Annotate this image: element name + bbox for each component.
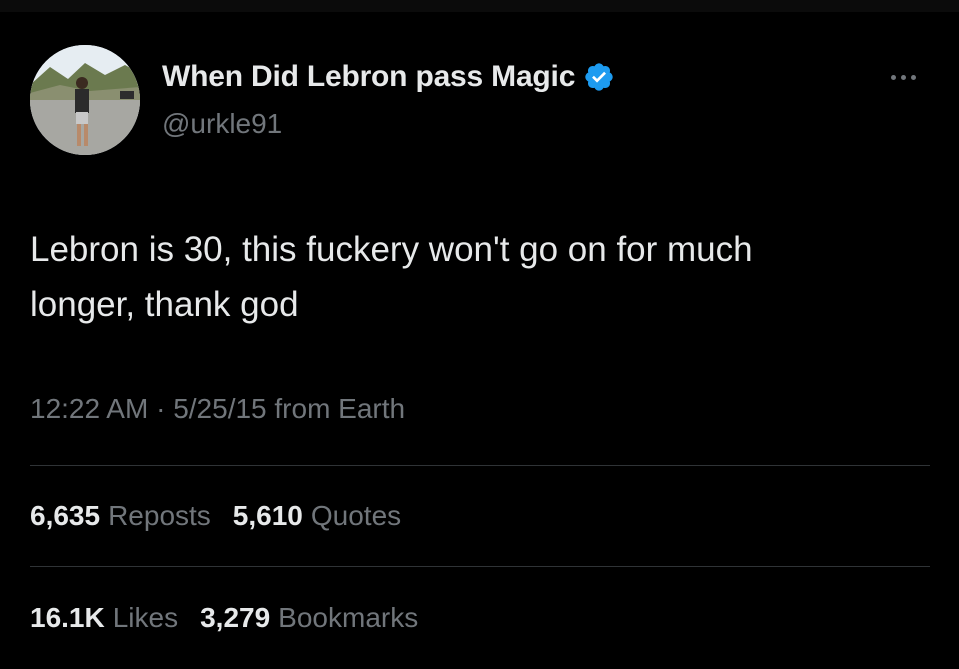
reposts-stat[interactable]: 6,635 Reposts bbox=[30, 500, 211, 532]
dot bbox=[900, 74, 906, 80]
tweet-text: Lebron is 30, this fuckery won't go on f… bbox=[30, 230, 753, 324]
dot bbox=[910, 74, 916, 80]
tweet-card: When Did Lebron pass Magic @urkle91 Lebr… bbox=[0, 0, 959, 669]
name-row: When Did Lebron pass Magic bbox=[162, 60, 615, 94]
likes-count: 16.1K bbox=[30, 602, 105, 633]
reposts-count: 6,635 bbox=[30, 500, 101, 531]
meta-separator: · bbox=[156, 393, 166, 424]
avatar[interactable] bbox=[30, 45, 140, 155]
likes-stat[interactable]: 16.1K Likes bbox=[30, 602, 178, 634]
divider bbox=[30, 465, 930, 466]
tweet-source: from Earth bbox=[274, 393, 406, 424]
quotes-count: 5,610 bbox=[232, 500, 303, 531]
bookmarks-count: 3,279 bbox=[200, 602, 271, 633]
tweet-meta: 12:22 AM · 5/25/15 from Earth bbox=[30, 393, 405, 425]
reposts-label: Reposts bbox=[108, 500, 211, 531]
quotes-label: Quotes bbox=[310, 500, 402, 531]
likes-label: Likes bbox=[112, 602, 179, 633]
divider bbox=[30, 566, 930, 567]
tweet-time[interactable]: 12:22 AM bbox=[30, 393, 148, 424]
stats-row-2: 16.1K Likes 3,279 Bookmarks bbox=[30, 602, 418, 634]
bookmarks-stat[interactable]: 3,279 Bookmarks bbox=[200, 602, 418, 634]
dot bbox=[890, 74, 896, 80]
display-name[interactable]: When Did Lebron pass Magic bbox=[162, 60, 575, 94]
stats-row-1: 6,635 Reposts 5,610 Quotes bbox=[30, 500, 401, 532]
quotes-stat[interactable]: 5,610 Quotes bbox=[233, 500, 401, 532]
tweet-date[interactable]: 5/25/15 bbox=[173, 393, 266, 424]
bookmarks-label: Bookmarks bbox=[278, 602, 419, 633]
user-handle[interactable]: @urkle91 bbox=[162, 108, 282, 140]
more-options-icon[interactable] bbox=[878, 62, 928, 92]
verified-badge-icon[interactable] bbox=[583, 61, 615, 93]
